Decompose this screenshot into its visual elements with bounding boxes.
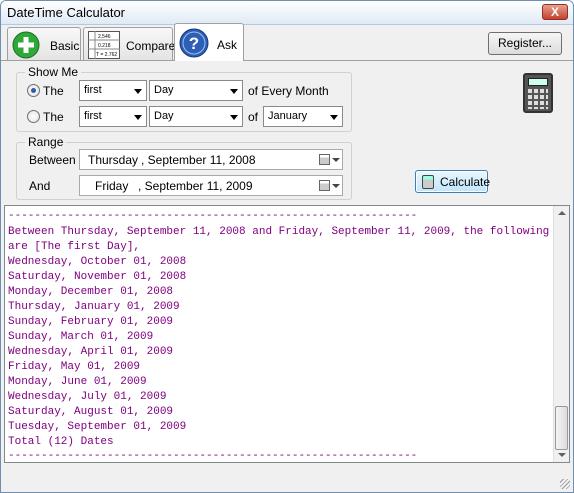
tab-basic-label: Basic (50, 39, 80, 53)
end-day-of-week[interactable]: Friday (95, 179, 128, 193)
output-line: Sunday, March 01, 2009 (8, 331, 154, 343)
between-label: Between (29, 153, 76, 167)
unit-select-2-value: Day (154, 110, 174, 122)
radio-every-month[interactable] (27, 84, 40, 97)
compare-mini-1: 2.546 (98, 34, 111, 40)
chevron-down-icon (134, 115, 142, 120)
app-window: DateTime Calculator X Basic 2.546 0.218 … (0, 0, 574, 493)
and-label: And (29, 179, 51, 193)
radio-row1-label: The (43, 84, 64, 98)
table-icon: 2.546 0.218 T = 2.762 (88, 31, 120, 59)
ordinal-select-2-value: first (84, 110, 102, 122)
end-date-picker[interactable]: Friday , September 11, 2009 (79, 175, 343, 196)
unit-select-2[interactable]: Day (149, 106, 243, 127)
output-line: ----------------------------------------… (8, 210, 418, 222)
compare-mini-2: 0.218 (98, 43, 111, 49)
results-textarea[interactable]: ----------------------------------------… (4, 205, 570, 463)
output-line: Wednesday, April 01, 2009 (8, 346, 174, 358)
register-button[interactable]: Register... (488, 32, 562, 55)
vertical-scrollbar[interactable] (553, 206, 569, 462)
chevron-down-icon (230, 115, 238, 120)
scroll-thumb[interactable] (555, 406, 568, 450)
close-button[interactable]: X (542, 4, 568, 20)
tab-basic[interactable]: Basic (7, 27, 81, 61)
window-title: DateTime Calculator (7, 5, 126, 20)
output-line: Saturday, November 01, 2008 (8, 271, 187, 283)
chevron-down-icon (134, 89, 142, 94)
start-day-of-week[interactable]: Thursday (88, 153, 138, 167)
ordinal-select-1-value: first (84, 84, 102, 96)
month-select[interactable]: January (263, 106, 343, 127)
every-month-label: of Every Month (248, 84, 329, 98)
chevron-down-icon[interactable] (332, 184, 340, 188)
output-line: Monday, December 01, 2008 (8, 286, 174, 298)
chevron-down-icon (230, 89, 238, 94)
calendar-icon[interactable] (319, 180, 330, 191)
svg-text:?: ? (189, 34, 199, 53)
unit-select-1-value: Day (154, 84, 174, 96)
output-line: Saturday, August 01, 2009 (8, 406, 174, 418)
title-bar[interactable]: DateTime Calculator X (1, 1, 573, 25)
ordinal-select-1[interactable]: first (79, 80, 147, 101)
output-line: Sunday, February 01, 2009 (8, 316, 174, 328)
tab-ask[interactable]: ? Ask (174, 23, 244, 61)
of-label: of (248, 110, 259, 124)
output-line: Tuesday, September 01, 2009 (8, 421, 187, 433)
calculator-icon (523, 73, 553, 113)
output-line: Friday, May 01, 2009 (8, 361, 141, 373)
calculate-button[interactable]: Calculate (415, 170, 491, 193)
unit-select-1[interactable]: Day (149, 80, 243, 101)
question-icon: ? (179, 28, 209, 58)
output-line: Between Thursday, September 11, 2008 and… (8, 226, 570, 238)
compare-mini-3: T = 2.762 (96, 52, 117, 58)
resize-grip-icon[interactable] (560, 479, 570, 489)
output-line: Wednesday, July 01, 2009 (8, 391, 167, 403)
output-line: Wednesday, October 01, 2008 (8, 256, 187, 268)
ordinal-select-2[interactable]: first (79, 106, 147, 127)
calendar-icon[interactable] (319, 154, 330, 165)
output-line: are [The first Day], (8, 241, 141, 253)
calculate-button-label: Calculate (440, 175, 491, 189)
month-select-value: January (268, 110, 308, 122)
plus-icon (12, 31, 40, 59)
calculator-small-icon (422, 175, 434, 189)
tab-compare[interactable]: 2.546 0.218 T = 2.762 Compare (83, 27, 176, 61)
output-line: Total (12) Dates (8, 436, 114, 448)
tab-divider (1, 60, 573, 61)
status-bar (1, 467, 573, 492)
end-date-text[interactable]: , September 11, 2009 (138, 179, 253, 193)
chevron-down-icon[interactable] (332, 158, 340, 162)
output-line: ----------------------------------------… (8, 450, 418, 462)
radio-row2-label: The (43, 110, 64, 124)
start-date-text[interactable]: , September 11, 2008 (141, 153, 256, 167)
tab-ask-label: Ask (217, 38, 238, 52)
output-line: Thursday, January 01, 2009 (8, 301, 180, 313)
range-legend: Range (25, 135, 67, 149)
start-date-picker[interactable]: Thursday , September 11, 2008 (79, 149, 343, 170)
tab-compare-label: Compare (126, 39, 176, 53)
scroll-down-icon[interactable] (558, 453, 566, 457)
chevron-down-icon (330, 115, 338, 120)
output-line: Monday, June 01, 2009 (8, 376, 147, 388)
radio-month[interactable] (27, 110, 40, 123)
show-me-legend: Show Me (25, 65, 82, 79)
scroll-up-icon[interactable] (558, 211, 566, 215)
